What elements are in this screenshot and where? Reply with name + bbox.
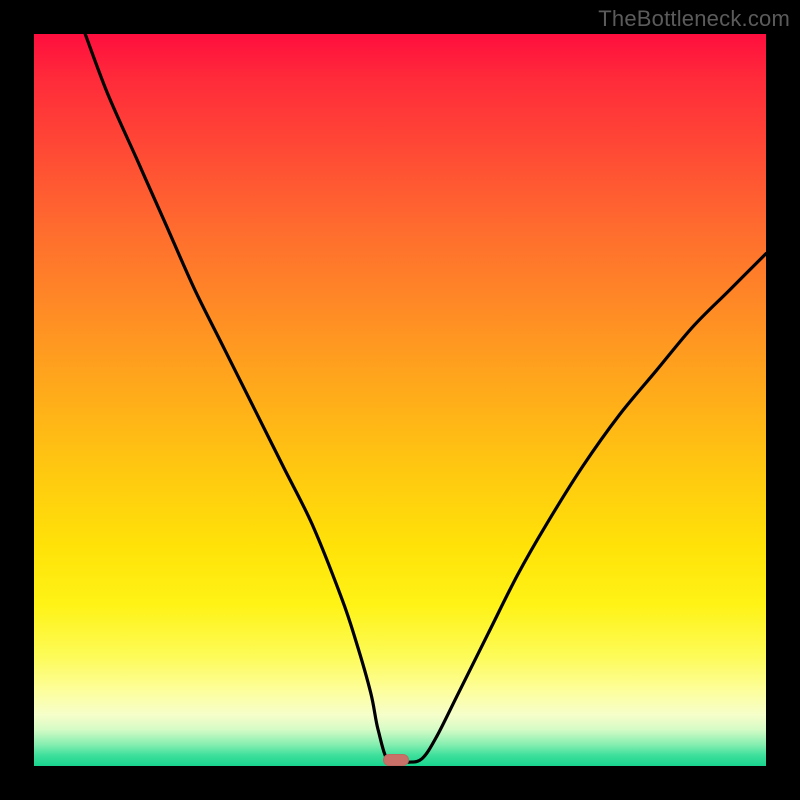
bottleneck-curve bbox=[34, 34, 766, 766]
minimum-marker bbox=[383, 754, 409, 766]
watermark-text: TheBottleneck.com bbox=[598, 6, 790, 32]
plot-area bbox=[34, 34, 766, 766]
chart-frame: TheBottleneck.com bbox=[0, 0, 800, 800]
